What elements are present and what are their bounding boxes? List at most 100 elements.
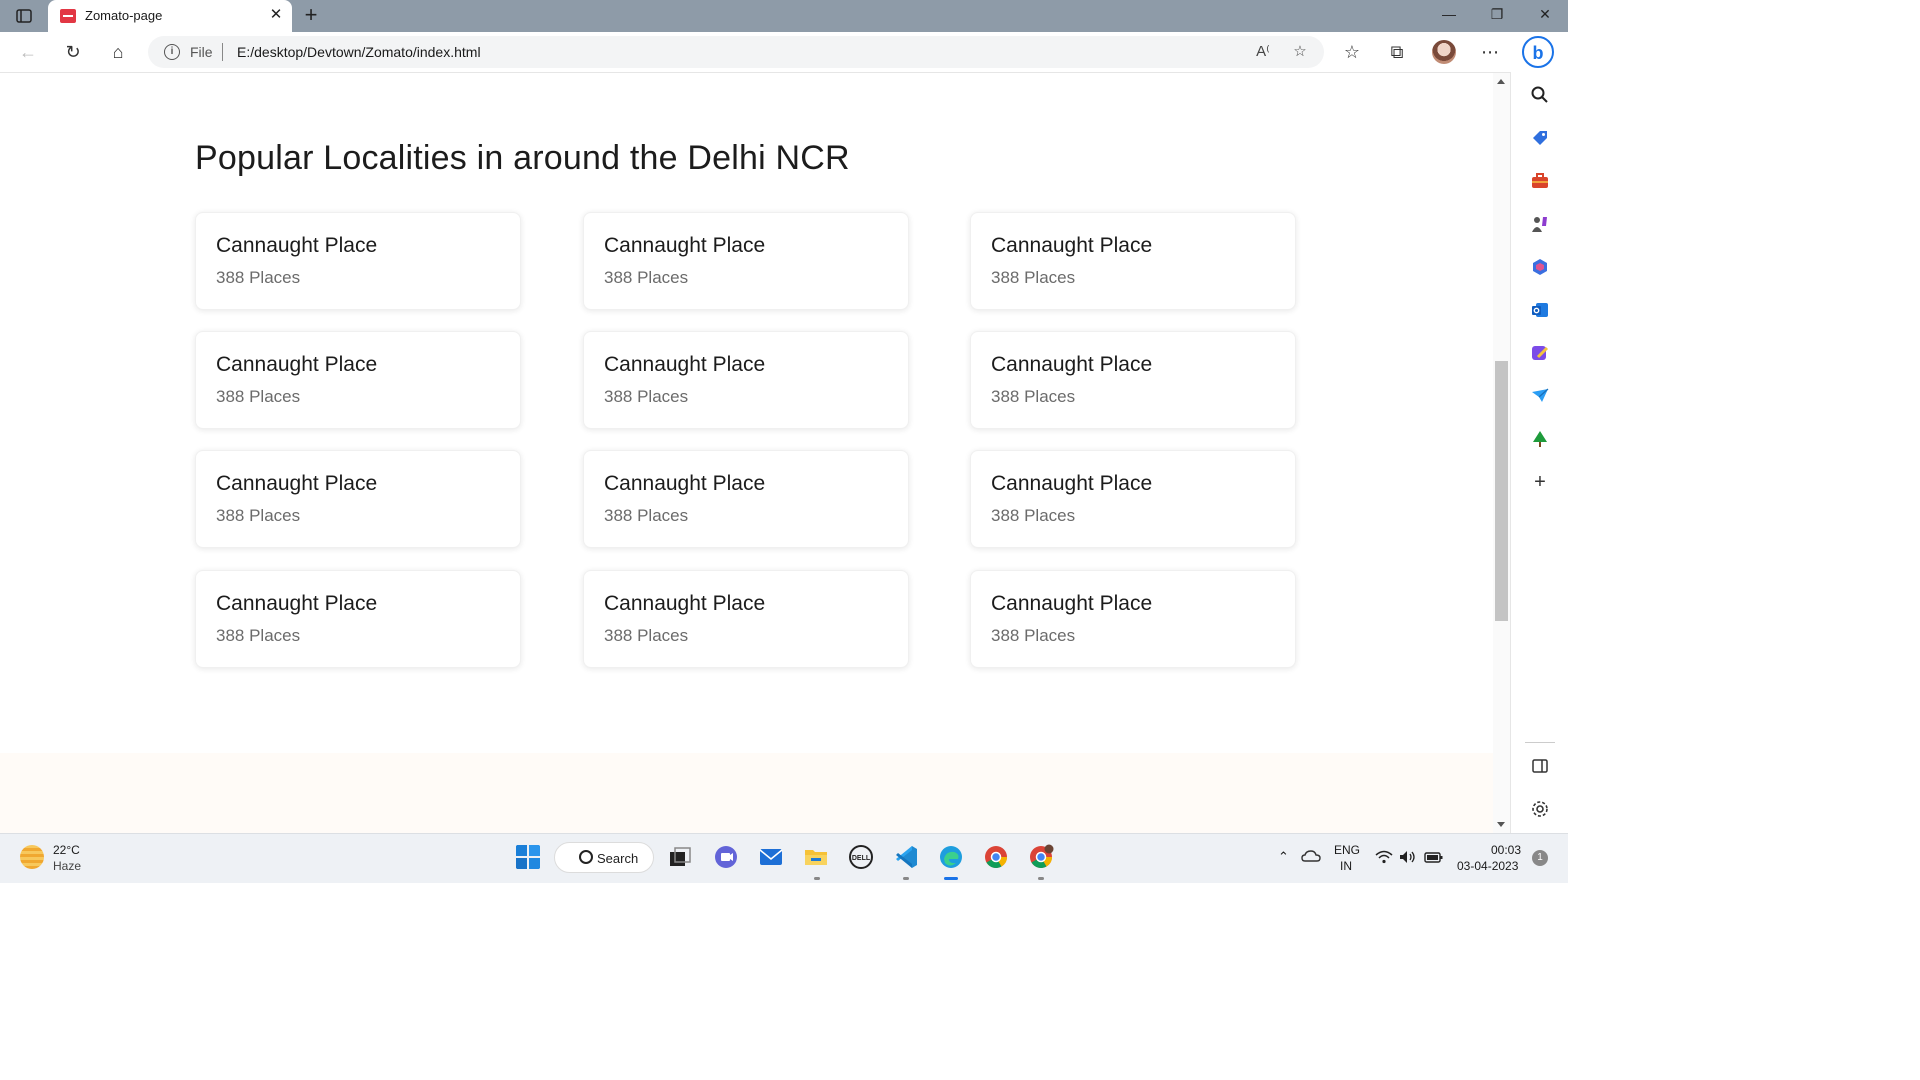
chrome-icon[interactable] — [983, 844, 1009, 870]
locality-count: 388 Places — [216, 626, 301, 645]
locality-card[interactable]: Cannaught Place 388 Places — [970, 212, 1296, 310]
restore-icon[interactable]: ❐ — [1487, 6, 1507, 23]
tree-icon[interactable] — [1530, 429, 1550, 449]
gear-icon[interactable] — [1530, 799, 1550, 819]
add-icon[interactable]: + — [1530, 472, 1550, 492]
locality-count: 388 Places — [216, 506, 301, 525]
locality-name: Cannaught Place — [991, 234, 1153, 257]
locality-card[interactable]: Cannaught Place 388 Places — [583, 450, 909, 548]
site-info-icon[interactable]: i — [164, 44, 180, 60]
task-view-icon[interactable] — [667, 844, 693, 870]
locality-count: 388 Places — [604, 387, 689, 406]
favorites-icon[interactable]: ☆ — [1340, 40, 1364, 64]
address-scheme: File — [190, 44, 213, 60]
notification-badge[interactable]: 1 — [1532, 850, 1548, 866]
page-title: Popular Localities in around the Delhi N… — [195, 139, 850, 177]
add-favorite-icon[interactable]: ☆ — [1289, 42, 1311, 60]
close-tab-icon[interactable]: ✕ — [266, 4, 286, 26]
locality-name: Cannaught Place — [216, 472, 378, 495]
locality-card[interactable]: Cannaught Place 388 Places — [970, 570, 1296, 668]
locality-card[interactable]: Cannaught Place 388 Places — [970, 331, 1296, 429]
vscode-icon[interactable] — [893, 844, 919, 870]
drop-send-icon[interactable] — [1530, 386, 1550, 406]
tools-icon[interactable] — [1530, 171, 1550, 191]
svg-text:DELL: DELL — [852, 855, 871, 862]
running-indicator — [1038, 877, 1044, 880]
dell-icon[interactable]: DELL — [848, 844, 874, 870]
home-icon[interactable]: ⌂ — [106, 40, 130, 64]
clock-time[interactable]: 00:03 — [1491, 843, 1521, 857]
minimize-icon[interactable]: — — [1439, 6, 1459, 22]
address-bar[interactable]: i File E:/desktop/Devtown/Zomato/index.h… — [148, 36, 1324, 68]
clock-date[interactable]: 03-04-2023 — [1457, 859, 1518, 873]
locality-name: Cannaught Place — [991, 353, 1153, 376]
refresh-icon[interactable]: ↻ — [61, 40, 85, 64]
locality-card[interactable]: Cannaught Place 388 Places — [583, 331, 909, 429]
search-icon[interactable] — [1530, 85, 1550, 105]
file-explorer-icon[interactable] — [803, 844, 829, 870]
sidebar-divider — [1525, 742, 1555, 743]
active-indicator — [944, 877, 958, 880]
outlook-icon[interactable] — [1530, 300, 1550, 320]
locality-name: Cannaught Place — [991, 472, 1153, 495]
locality-card[interactable]: Cannaught Place 388 Places — [195, 570, 521, 668]
page-scrollbar[interactable] — [1493, 73, 1510, 833]
read-aloud-icon[interactable]: A⁽ — [1252, 42, 1274, 60]
taskbar-search[interactable]: Search — [554, 842, 654, 873]
volume-icon[interactable] — [1399, 850, 1417, 864]
windows-start-icon[interactable] — [515, 844, 541, 870]
back-icon[interactable]: ← — [16, 40, 40, 64]
scroll-up-icon[interactable] — [1497, 79, 1505, 84]
teams-chat-icon[interactable] — [713, 844, 739, 870]
locality-card[interactable]: Cannaught Place 388 Places — [970, 450, 1296, 548]
locality-name: Cannaught Place — [604, 592, 766, 615]
shopping-tag-icon[interactable] — [1530, 128, 1550, 148]
chrome-profile-icon[interactable] — [1028, 844, 1054, 870]
locality-card[interactable]: Cannaught Place 388 Places — [195, 331, 521, 429]
bing-chat-icon[interactable]: b — [1522, 36, 1554, 68]
more-options-icon[interactable]: ⋯ — [1478, 40, 1502, 64]
onedrive-icon[interactable] — [1301, 849, 1321, 863]
weather-temperature[interactable]: 22°C — [53, 843, 80, 857]
language-primary[interactable]: ENG — [1334, 843, 1360, 857]
wifi-icon[interactable] — [1375, 850, 1393, 864]
locality-count: 388 Places — [216, 268, 301, 287]
new-tab-button[interactable]: + — [300, 3, 322, 27]
language-secondary[interactable]: IN — [1340, 859, 1352, 873]
locality-count: 388 Places — [216, 387, 301, 406]
microsoft-365-icon[interactable] — [1530, 257, 1550, 277]
profile-avatar[interactable] — [1432, 40, 1456, 64]
scroll-thumb[interactable] — [1495, 361, 1508, 621]
scroll-down-icon[interactable] — [1497, 822, 1505, 827]
title-bar: Zomato-page ✕ + — ❐ ✕ — [0, 0, 1568, 32]
browser-tab[interactable]: Zomato-page ✕ — [48, 0, 292, 32]
locality-count: 388 Places — [604, 626, 689, 645]
running-indicator — [814, 877, 820, 880]
page-viewport: Popular Localities in around the Delhi N… — [0, 73, 1493, 833]
tab-title: Zomato-page — [85, 8, 163, 23]
weather-condition[interactable]: Haze — [53, 859, 81, 873]
tray-overflow-icon[interactable]: ⌃ — [1278, 849, 1289, 865]
collections-icon[interactable]: ⧉ — [1385, 40, 1409, 64]
weather-icon[interactable] — [20, 845, 44, 869]
locality-name: Cannaught Place — [216, 353, 378, 376]
designer-icon[interactable] — [1530, 343, 1550, 363]
search-icon — [579, 850, 593, 864]
address-divider — [222, 43, 223, 61]
close-window-icon[interactable]: ✕ — [1535, 6, 1555, 23]
locality-card[interactable]: Cannaught Place 388 Places — [195, 212, 521, 310]
locality-count: 388 Places — [991, 626, 1076, 645]
locality-card[interactable]: Cannaught Place 388 Places — [583, 212, 909, 310]
games-icon[interactable] — [1530, 214, 1550, 234]
battery-icon[interactable] — [1424, 850, 1444, 864]
tab-actions-icon[interactable] — [16, 8, 32, 24]
edge-icon[interactable] — [938, 844, 964, 870]
edge-sidebar: + — [1510, 72, 1569, 833]
mail-icon[interactable] — [758, 844, 784, 870]
locality-card[interactable]: Cannaught Place 388 Places — [583, 570, 909, 668]
zomato-favicon-icon — [60, 9, 76, 23]
locality-card[interactable]: Cannaught Place 388 Places — [195, 450, 521, 548]
hide-sidebar-icon[interactable] — [1530, 756, 1550, 776]
address-url[interactable]: E:/desktop/Devtown/Zomato/index.html — [237, 44, 481, 60]
locality-name: Cannaught Place — [216, 234, 378, 257]
